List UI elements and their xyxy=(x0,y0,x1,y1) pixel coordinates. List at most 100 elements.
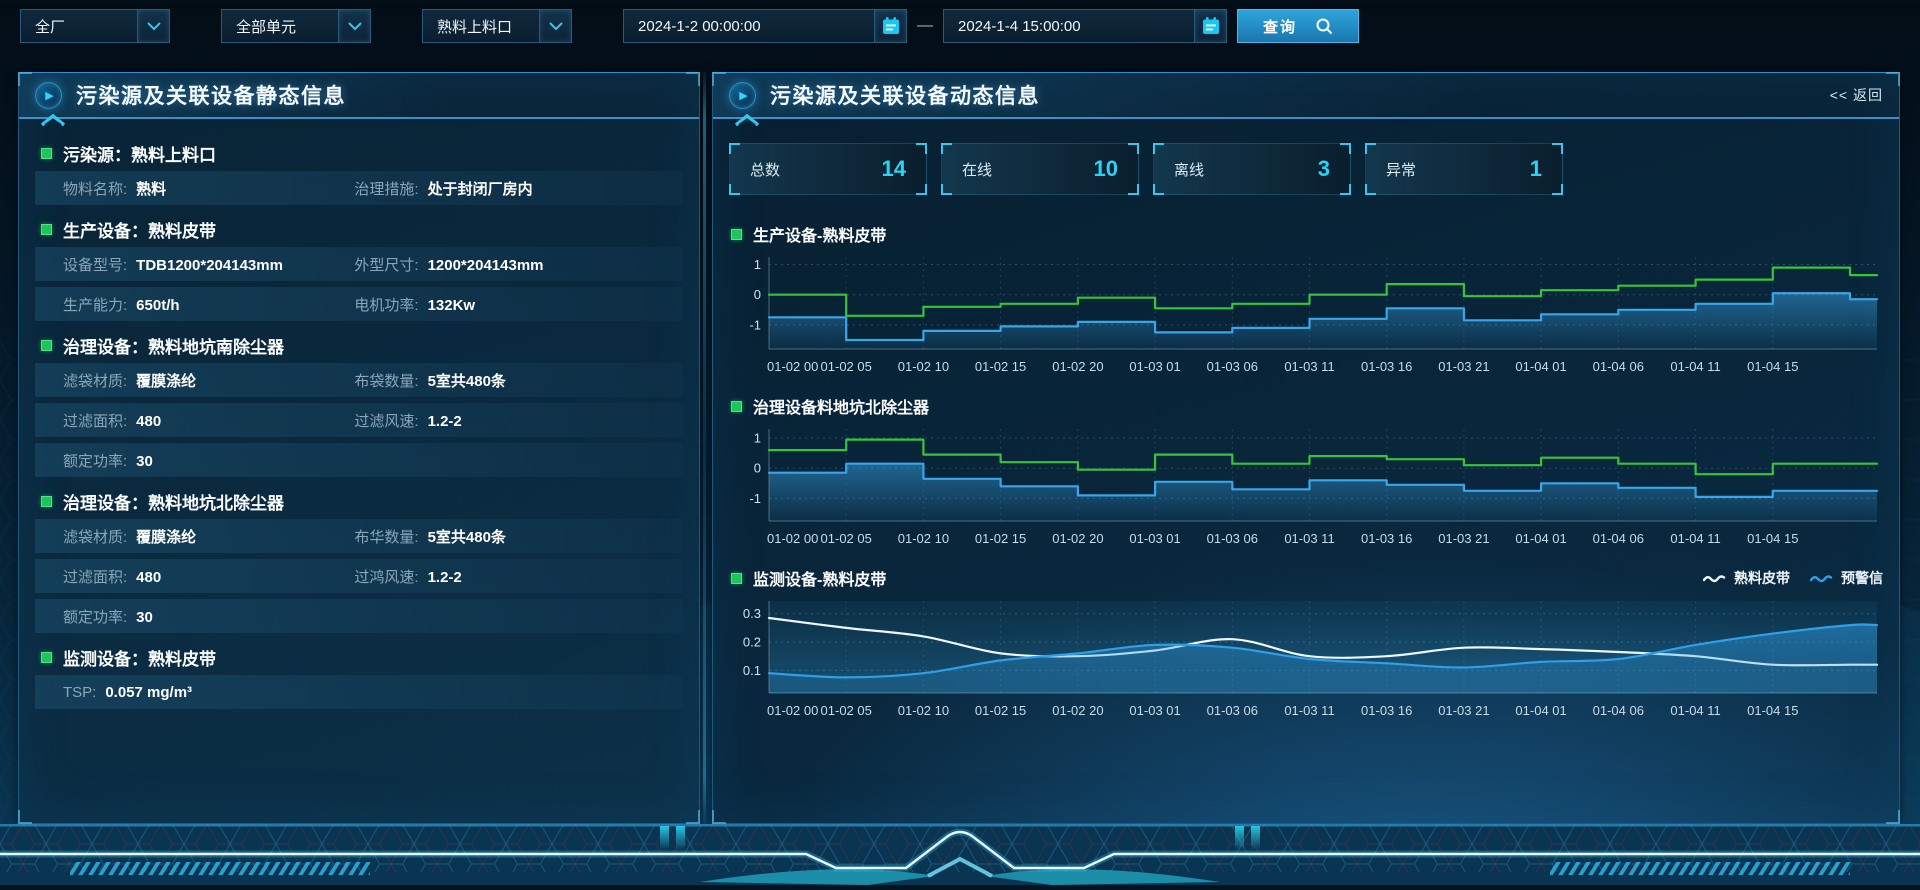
dynamic-panel-header: ▶ 污染源及关联设备动态信息 << 返回 xyxy=(713,73,1899,119)
kv-label: 生产能力: xyxy=(63,294,127,315)
kv-value: 熟料 xyxy=(136,178,166,199)
corner-bracket xyxy=(1340,184,1351,195)
corner-bracket xyxy=(1365,143,1376,154)
corner-bracket xyxy=(1128,184,1139,195)
kv-label: 电机功率: xyxy=(354,294,418,315)
svg-text:01-03 01: 01-03 01 xyxy=(1129,359,1180,374)
info-section: 治理设备：熟料地坑北除尘器滤袋材质:覆膜涤纶布华数量:5室共480条过滤面积:4… xyxy=(35,483,683,633)
chevron-down-icon[interactable] xyxy=(137,10,169,42)
footer-ornament xyxy=(0,824,1920,890)
stat-card-1[interactable]: 总数14 xyxy=(729,143,927,195)
svg-text:01-02 05: 01-02 05 xyxy=(821,531,872,546)
svg-text:01-02 15: 01-02 15 xyxy=(975,703,1026,718)
chart-plot: 10-101-02 0001-02 0501-02 1001-02 1501-0… xyxy=(729,421,1883,551)
svg-text:0.3: 0.3 xyxy=(743,606,761,621)
svg-text:1: 1 xyxy=(754,257,761,272)
kv-label: 设备型号: xyxy=(63,254,127,275)
section-title: 治理设备：熟料地坑北除尘器 xyxy=(35,483,683,519)
stat-card-4[interactable]: 异常1 xyxy=(1365,143,1563,195)
chart-plot: 0.30.20.101-02 0001-02 0501-02 1001-02 1… xyxy=(729,593,1883,723)
svg-text:01-03 16: 01-03 16 xyxy=(1361,359,1412,374)
panel-corner xyxy=(1886,72,1900,86)
chart-title-text: 监测设备-熟料皮带 xyxy=(753,566,886,590)
svg-text:01-04 01: 01-04 01 xyxy=(1515,359,1566,374)
panel-divider xyxy=(703,72,706,824)
stat-value: 3 xyxy=(1318,156,1330,182)
wave-icon xyxy=(1810,572,1834,584)
green-square-icon xyxy=(41,224,52,235)
svg-text:01-03 06: 01-03 06 xyxy=(1207,703,1258,718)
green-square-icon xyxy=(731,229,742,240)
kv-label: 额定功率: xyxy=(63,606,127,627)
stat-card-2[interactable]: 在线10 xyxy=(941,143,1139,195)
play-icon: ▶ xyxy=(729,82,756,109)
panel-corner xyxy=(18,72,32,86)
dynamic-info-panel: ▶ 污染源及关联设备动态信息 << 返回 总数14在线10离线3异常1 生产设备… xyxy=(712,72,1900,824)
search-button-label: 查询 xyxy=(1263,16,1297,37)
svg-text:01-03 06: 01-03 06 xyxy=(1207,531,1258,546)
kv-cell: 过鸿风速:1.2-2 xyxy=(354,566,645,587)
filter-toolbar: 全厂 全部单元 熟料上料口 2024-1-2 00:00:00 — 2024 xyxy=(20,8,1359,44)
stat-card-3[interactable]: 离线 3 xyxy=(1153,143,1351,195)
kv-cell: 过滤风速:1.2-2 xyxy=(354,410,645,431)
kv-value: 480 xyxy=(136,569,161,586)
start-date-input[interactable]: 2024-1-2 00:00:00 xyxy=(623,9,907,43)
svg-text:01-04 15: 01-04 15 xyxy=(1747,703,1798,718)
svg-text:01-03 11: 01-03 11 xyxy=(1284,359,1334,374)
search-button[interactable]: 查询 xyxy=(1237,9,1359,43)
svg-text:01-02 00: 01-02 00 xyxy=(767,359,818,374)
svg-text:0: 0 xyxy=(754,287,761,302)
static-panel-header: ▶ 污染源及关联设备静态信息 xyxy=(19,73,699,119)
svg-text:01-02 05: 01-02 05 xyxy=(821,359,872,374)
svg-text:01-03 21: 01-03 21 xyxy=(1438,703,1489,718)
kv-value: 650t/h xyxy=(136,297,179,314)
green-square-icon xyxy=(731,573,742,584)
kv-label: 过滤风速: xyxy=(354,410,418,431)
kv-cell: 治理措施:处于封闭厂房内 xyxy=(354,178,645,199)
legend-item[interactable]: 预警信 xyxy=(1810,568,1883,588)
svg-text:0.1: 0.1 xyxy=(743,663,761,678)
legend-item[interactable]: 熟料皮带 xyxy=(1703,568,1790,588)
chart-block-2: 治理设备料地坑北除尘器10-101-02 0001-02 0501-02 100… xyxy=(729,391,1883,551)
plant-select[interactable]: 全厂 xyxy=(20,9,170,43)
kv-row: 生产能力:650t/h电机功率:132Kw xyxy=(35,287,683,321)
kv-label: 过滤面积: xyxy=(63,410,127,431)
chevron-down-icon[interactable] xyxy=(539,10,571,42)
kv-row: 滤袋材质:覆膜涤纶布华数量:5室共480条 xyxy=(35,519,683,553)
panel-corner xyxy=(1886,810,1900,824)
svg-text:01-02 10: 01-02 10 xyxy=(898,359,949,374)
kv-cell: 布袋数量:5室共480条 xyxy=(354,370,645,391)
section-title: 生产设备：熟料皮带 xyxy=(35,211,683,247)
kv-cell: 布华数量:5室共480条 xyxy=(354,526,645,547)
kv-value: 1200*204143mm xyxy=(428,257,544,274)
stat-label: 离线 xyxy=(1174,159,1204,180)
kv-label: 滤袋材质: xyxy=(63,526,127,547)
back-button[interactable]: << 返回 xyxy=(1830,85,1883,105)
svg-text:-1: -1 xyxy=(749,491,761,506)
chevron-up-decoration xyxy=(39,113,67,126)
kv-cell: 滤袋材质:覆膜涤纶 xyxy=(63,526,354,547)
panel-corner xyxy=(686,810,700,824)
chevron-down-icon[interactable] xyxy=(338,10,370,42)
corner-bracket xyxy=(916,184,927,195)
calendar-icon[interactable] xyxy=(874,10,906,42)
kv-row: 设备型号:TDB1200*204143mm外型尺寸:1200*204143mm xyxy=(35,247,683,281)
kv-value: 5室共480条 xyxy=(428,370,506,391)
search-icon xyxy=(1315,17,1333,35)
svg-text:01-03 16: 01-03 16 xyxy=(1361,703,1412,718)
kv-cell: 额定功率:30 xyxy=(63,450,354,471)
source-select[interactable]: 熟料上料口 xyxy=(422,9,572,43)
svg-text:01-03 01: 01-03 01 xyxy=(1129,531,1180,546)
charts-container: 生产设备-熟料皮带10-101-02 0001-02 0501-02 1001-… xyxy=(713,203,1899,723)
svg-text:01-02 00: 01-02 00 xyxy=(767,703,818,718)
corner-bracket xyxy=(916,143,927,154)
svg-text:01-02 00: 01-02 00 xyxy=(767,531,818,546)
svg-text:01-03 06: 01-03 06 xyxy=(1207,359,1258,374)
end-date-input[interactable]: 2024-1-4 15:00:00 xyxy=(943,9,1227,43)
unit-select[interactable]: 全部单元 xyxy=(221,9,371,43)
kv-row: 滤袋材质:覆膜涤纶布袋数量:5室共480条 xyxy=(35,363,683,397)
kv-value: TDB1200*204143mm xyxy=(136,257,283,274)
stat-label: 在线 xyxy=(962,159,992,180)
svg-text:01-03 11: 01-03 11 xyxy=(1284,703,1334,718)
calendar-icon[interactable] xyxy=(1194,10,1226,42)
